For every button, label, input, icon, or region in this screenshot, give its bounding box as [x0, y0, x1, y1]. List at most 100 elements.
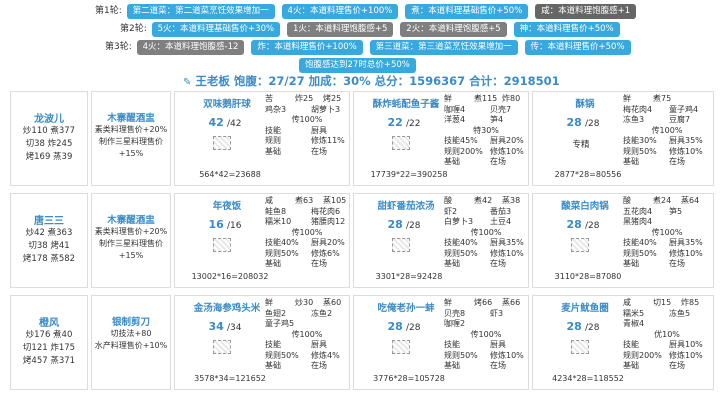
bonus-item: 厨具	[311, 340, 327, 349]
quantity-current[interactable]: 28	[388, 320, 403, 333]
round-tag: 传：本道料理售价+50%	[524, 40, 631, 55]
bonus-item: 在场	[669, 259, 685, 268]
bonus-item: 规则200%	[444, 146, 483, 156]
bonus-line: 技能45% 厨具20%	[444, 136, 528, 147]
round-tag: 1火：本道料理饱腹感+5	[286, 22, 394, 37]
dish-total: 564*42=23688	[199, 170, 261, 179]
equip-card[interactable]: 木寨醒酒盅 素类料理售价+20% 制作三星料理售价 +15%	[91, 91, 171, 186]
skill-req: 烤25	[323, 94, 342, 103]
dish-name: 双味鹅肝球	[203, 99, 251, 110]
dish-details: 酸 煮24 蒸64 五花肉4 笋5 黑猪肉4 传100% 技能40% 厨具35%…	[623, 196, 711, 270]
dish-card[interactable]: 酥炸蚝配鱼子酱 22 /22 17739*22=390258 鲜 煮115 炸8…	[353, 91, 529, 186]
ingredient-line: 洋葱4 笋4	[444, 115, 528, 126]
chef-stat: 烤457 蒸371	[22, 356, 76, 366]
bonus-line: 技能40% 厨具35%	[444, 238, 528, 249]
quantity-current[interactable]: 16	[209, 218, 224, 231]
skill-req: 蒸105	[323, 196, 347, 205]
dish-card[interactable]: 酸菜白肉锅 28 /28 3110*28=87080 酸 煮24 蒸64 五花肉…	[532, 193, 714, 288]
dish-image-icon	[571, 340, 589, 354]
taste-line: 鲜 煮115 炸80	[444, 94, 528, 105]
round-label: 第1轮:	[95, 6, 122, 16]
dish-card[interactable]: 甜虾番茄浓汤 28 /28 3301*28=92428 酸 煮42 蒸38 虾2…	[353, 193, 529, 288]
chef-card[interactable]: 龙波儿 炒110 煮377 切38 炸245 烤169 蒸39	[10, 91, 88, 186]
quantity-max: /28	[585, 323, 600, 333]
dish-card[interactable]: 年夜饭 16 /16 13002*16=208032 咸 煮63 蒸105 鲑鱼…	[174, 193, 350, 288]
dish-image-icon	[213, 238, 231, 252]
quantity-max: /28	[406, 221, 421, 231]
taste: 鲜	[265, 298, 273, 307]
skill-req: 煮42	[474, 196, 493, 205]
bonus-item: 规则50%	[623, 248, 657, 258]
bonus-item: 修炼4%	[311, 350, 340, 360]
bonus-line: 基础 在场	[265, 361, 349, 372]
quantity-current[interactable]: 28	[388, 218, 403, 231]
chef-stat: 炒42 煮363	[25, 228, 73, 238]
ingredient-line: 冻鱼3 豆腐7	[623, 115, 711, 126]
ingredient: 黑猪肉4	[623, 217, 653, 226]
skill-req: 蒸64	[681, 196, 700, 205]
quantity-current[interactable]: 22	[388, 116, 403, 129]
bonus-item: 修炼10%	[669, 146, 703, 156]
bonus-item: 技能	[265, 340, 281, 349]
bonus-item: 厨具	[311, 125, 327, 135]
taste: 鲜	[444, 94, 452, 103]
quantity-current[interactable]: 28	[567, 218, 582, 231]
bonus-item: 厨具35%	[669, 238, 703, 247]
dish-total: 4234*28=118552	[552, 374, 624, 383]
rank-percent: 特30%	[473, 125, 499, 135]
dish-quantity: 28 /28	[374, 218, 434, 231]
bonus-item: 技能	[444, 340, 460, 349]
equip-desc: +15%	[118, 251, 144, 260]
dish-details: 苦 炸25 烤25 鸡杂3 胡萝卜3 传100% 技能 厨具 规则 修炼11% …	[265, 94, 349, 157]
quantity-current[interactable]: 34	[209, 320, 224, 333]
chef-card[interactable]: 橙风 炒176 煮40 切121 炸175 烤457 蒸371	[10, 295, 88, 390]
taste-line: 咸 煮63 蒸105	[265, 196, 349, 207]
round-tag: 2火：本道料理饱腹感+5	[400, 22, 507, 37]
round-tag: 4火：本道料理饱腹感-12	[136, 40, 245, 55]
taste-line: 咸 切15 炸85	[623, 298, 711, 309]
equip-card[interactable]: 木寨醒酒盅 素类料理售价+20% 制作三星料理售价 +15%	[91, 193, 171, 288]
bonus-item: 厨具	[490, 340, 506, 349]
dish-name: 甜虾番茄浓汤	[377, 201, 435, 212]
ingredient: 贝壳8	[444, 308, 466, 318]
ingredient-line: 梅花肉4 童子鸡4	[623, 105, 711, 116]
quantity-current[interactable]: 28	[567, 320, 582, 333]
bonus-line: 规则50% 修炼10%	[444, 351, 528, 362]
dish-card[interactable]: 吃俺老孙一蚌 28 /28 3776*28=105728 鲜 烤66 蒸66 贝…	[353, 295, 529, 390]
bonus-item: 基础	[623, 361, 639, 370]
bonus-line: 技能30% 厨具35%	[623, 136, 711, 147]
equip-name: 银制剪刀	[111, 317, 150, 328]
dish-card[interactable]: 双味鹅肝球 42 /42 564*42=23688 苦 炸25 烤25 鸡杂3 …	[174, 91, 350, 186]
bonus-item: 技能40%	[623, 238, 657, 247]
taste-line: 鲜 炒30 蒸60	[265, 298, 349, 309]
ingredient	[490, 319, 530, 330]
bonus-item: 在场	[490, 157, 506, 166]
chef-card[interactable]: 唐三三 炒42 煮363 切38 烤41 烤178 蒸582	[10, 193, 88, 288]
rank-percent: 优10%	[654, 329, 680, 339]
skill-req: 炸85	[681, 298, 700, 307]
bonus-line: 基础 在场	[265, 147, 349, 158]
bonus-item: 基础	[265, 361, 281, 370]
dish-card[interactable]: 酥锅 28 /28 专精 2877*28=80556 鲜 煮75 梅花肉4 童子…	[532, 91, 714, 186]
bonus-item: 在场	[311, 146, 327, 156]
dish-image-icon	[392, 136, 410, 150]
bonus-line: 技能40% 厨具20%	[265, 238, 349, 249]
dish-name: 吃俺老孙一蚌	[377, 303, 435, 314]
quantity-max: /42	[227, 119, 242, 129]
ingredient: 贝壳7	[490, 104, 512, 114]
ingredient-line: 鲑鱼8 梅花肉6	[265, 207, 349, 218]
bonus-item: 技能30%	[623, 136, 657, 145]
quantity-current[interactable]: 42	[209, 116, 224, 129]
ingredient	[669, 217, 709, 228]
bonus-item: 在场	[490, 259, 506, 268]
skill-req: 炸25	[295, 94, 314, 103]
dish-name: 酸菜白肉锅	[561, 201, 609, 212]
quantity-current[interactable]: 28	[567, 116, 582, 129]
chef-stat: 炒110 煮377	[22, 126, 76, 136]
quantity-max: /22	[406, 119, 421, 129]
equip-card[interactable]: 银制剪刀 切技法+80 水产料理售价+10%	[91, 295, 171, 390]
equip-name: 木寨醒酒盅	[107, 113, 155, 124]
quantity-max: /28	[406, 323, 421, 333]
dish-card[interactable]: 麦片鱿鱼圈 28 /28 4234*28=118552 咸 切15 炸85 糯米…	[532, 295, 714, 390]
dish-card[interactable]: 金汤海参鸡头米 34 /34 3578*34=121652 鲜 炒30 蒸60 …	[174, 295, 350, 390]
